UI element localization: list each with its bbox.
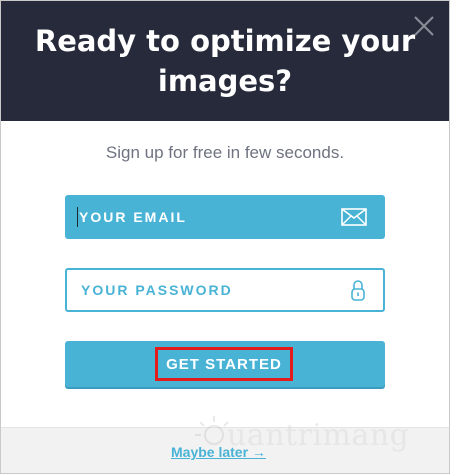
get-started-button[interactable]: GET STARTED — [65, 341, 385, 387]
text-cursor — [77, 207, 78, 227]
modal-header: Ready to optimize your images? — [1, 1, 449, 121]
email-input[interactable] — [65, 195, 385, 239]
modal-title: Ready to optimize your images? — [34, 24, 416, 98]
envelope-icon — [341, 208, 367, 226]
get-started-label: GET STARTED — [155, 347, 293, 381]
close-icon — [414, 16, 434, 36]
modal-subtitle: Sign up for free in few seconds. — [105, 143, 345, 162]
lock-icon — [351, 280, 365, 301]
password-field — [65, 268, 385, 312]
password-input[interactable] — [67, 270, 383, 310]
maybe-later-link[interactable]: Maybe later → — [171, 444, 266, 460]
email-field — [65, 195, 385, 239]
close-button[interactable] — [412, 14, 436, 38]
modal-footer: Maybe later → — [1, 427, 449, 473]
signup-modal: Ready to optimize your images? Sign up f… — [0, 0, 450, 474]
